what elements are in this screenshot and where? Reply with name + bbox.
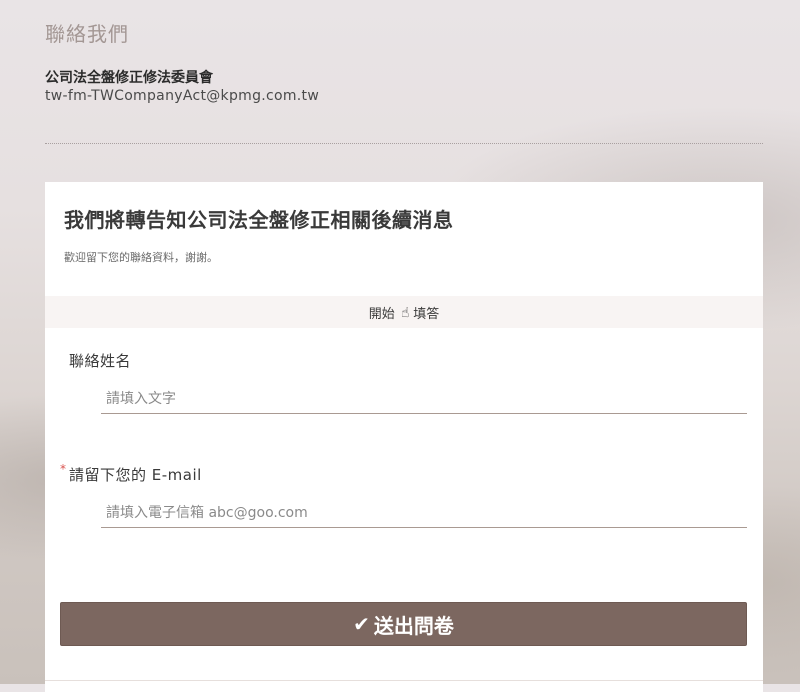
submit-label: 送出問卷 bbox=[373, 613, 454, 638]
question-label-name: 聯絡姓名 bbox=[69, 352, 132, 370]
form-title: 我們將轉告知公司法全盤修正相關後續消息 bbox=[64, 208, 454, 232]
answer-label: 填答 bbox=[413, 306, 440, 322]
survey-form-card: 我們將轉告知公司法全盤修正相關後續消息 歡迎留下您的聯絡資料，謝謝。 開始 ☜ … bbox=[45, 182, 763, 692]
start-label: 開始 bbox=[368, 306, 395, 322]
committee-name: 公司法全盤修正修法委員會 bbox=[45, 70, 213, 86]
email-input[interactable] bbox=[101, 498, 747, 528]
contact-email[interactable]: tw-fm-TWCompanyAct@kpmg.com.tw bbox=[45, 88, 319, 104]
card-footer-divider bbox=[45, 680, 763, 681]
pointing-hand-icon: ☜ bbox=[396, 305, 412, 319]
form-subtitle: 歡迎留下您的聯絡資料，謝謝。 bbox=[64, 251, 218, 264]
question-label-email: 請留下您的 E-mail bbox=[69, 466, 202, 484]
start-bar: 開始 ☜ 填答 bbox=[45, 296, 763, 328]
submit-button[interactable]: ✔ 送出問卷 bbox=[60, 602, 747, 646]
page-title: 聯絡我們 bbox=[45, 22, 129, 46]
required-mark: * bbox=[60, 462, 66, 476]
name-input[interactable] bbox=[101, 384, 747, 414]
dotted-divider bbox=[45, 143, 763, 144]
check-icon: ✔ bbox=[353, 612, 370, 636]
